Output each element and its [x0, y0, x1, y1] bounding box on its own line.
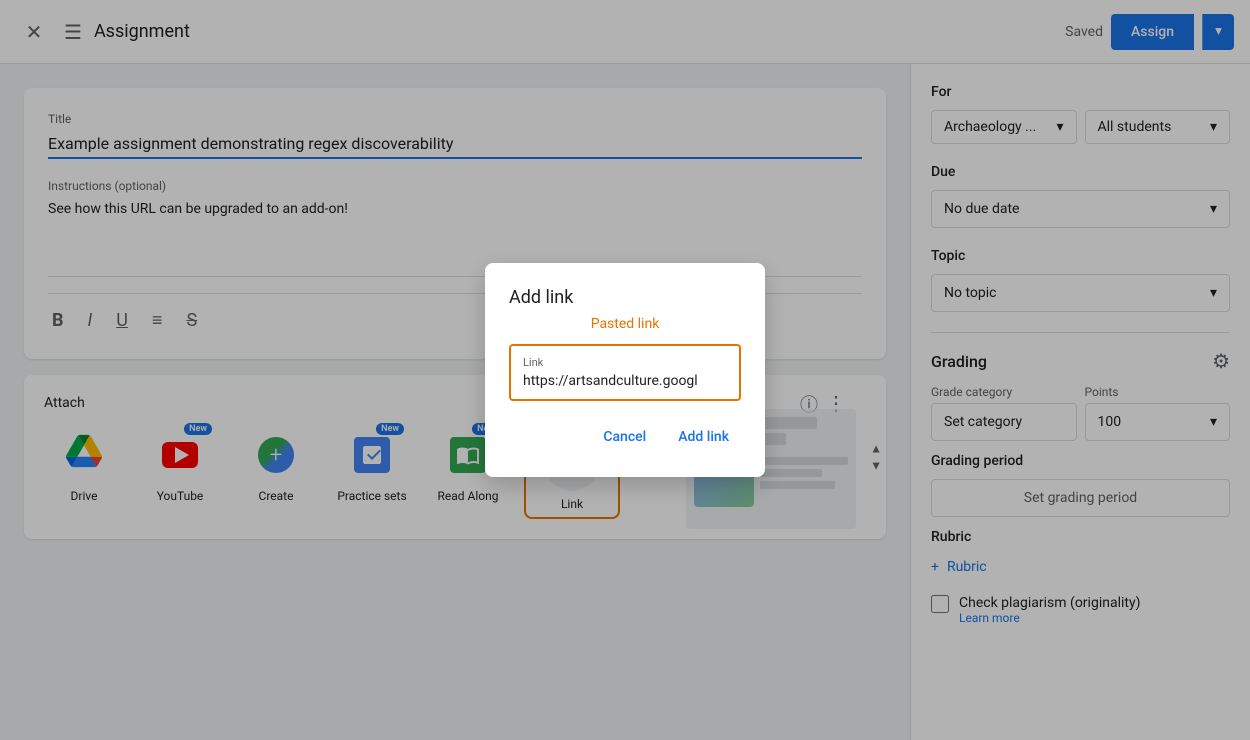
- link-value: https://artsandculture.googl: [523, 373, 727, 389]
- pasted-link-label: Pasted link: [509, 316, 741, 332]
- link-input-box[interactable]: Link https://artsandculture.googl: [509, 344, 741, 401]
- modal-overlay: Add link Pasted link Link https://artsan…: [0, 0, 1250, 740]
- add-link-modal: Add link Pasted link Link https://artsan…: [485, 263, 765, 477]
- cancel-button[interactable]: Cancel: [591, 421, 658, 453]
- modal-actions: Cancel Add link: [509, 421, 741, 453]
- modal-title: Add link: [509, 287, 741, 308]
- add-link-button[interactable]: Add link: [666, 421, 741, 453]
- link-sublabel: Link: [523, 356, 727, 369]
